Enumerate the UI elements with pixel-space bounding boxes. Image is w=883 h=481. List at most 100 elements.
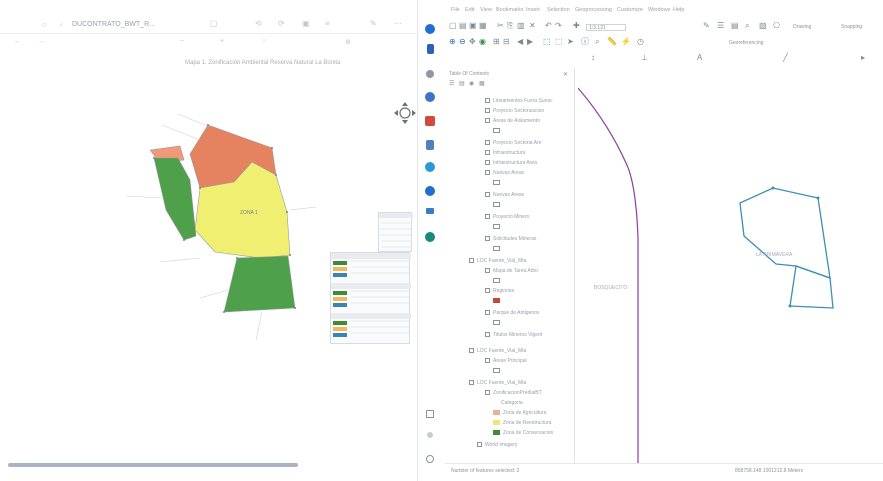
toc-layer-14[interactable]: Titulos Mineros Vigent xyxy=(445,331,575,340)
toc-layer-5[interactable]: Infraestructura Area xyxy=(445,159,575,168)
toc-close-icon[interactable]: ✕ xyxy=(563,71,568,78)
menu-file[interactable]: File xyxy=(451,7,460,13)
teams-icon[interactable] xyxy=(425,232,435,242)
toc-layer-7[interactable]: Nuevas Areas xyxy=(445,191,575,200)
menu-geoprocessing[interactable]: Geoprocessing xyxy=(575,7,612,13)
forward-extent-icon[interactable]: ▶ xyxy=(527,38,533,46)
globe-icon[interactable] xyxy=(425,92,435,102)
editor-icon[interactable]: ✎ xyxy=(703,22,710,30)
toc-layer-basemap[interactable]: World Imagery xyxy=(445,441,575,450)
mail-icon[interactable] xyxy=(425,116,435,126)
search-icon[interactable] xyxy=(426,70,434,78)
toc-layer-13[interactable]: Parque de Antigenos xyxy=(445,309,575,318)
arrow-icon[interactable]: ↕ xyxy=(591,54,595,62)
snapping-label[interactable]: Snapping xyxy=(841,25,862,30)
drawing-label[interactable]: Drawing xyxy=(793,25,811,30)
layer-checkbox[interactable] xyxy=(485,150,490,155)
edge-icon[interactable] xyxy=(425,186,435,196)
menu-windows[interactable]: Windows xyxy=(648,7,670,13)
toc-layer-4[interactable]: Infraestructura xyxy=(445,149,575,158)
back-extent-icon[interactable]: ◀ xyxy=(517,38,523,46)
identify-icon[interactable]: ⓘ xyxy=(581,38,589,46)
layer-checkbox[interactable] xyxy=(485,98,490,103)
search-window-icon[interactable]: ⌕ xyxy=(745,22,749,30)
undo-icon[interactable]: ↶ xyxy=(545,22,552,30)
find-icon[interactable]: ⌕ xyxy=(595,38,599,46)
toc-layer-9[interactable]: Solicitudes Mineras xyxy=(445,235,575,244)
toc-layer-6[interactable]: Nuevas Areas xyxy=(445,169,575,178)
extra-icon[interactable]: ▸ xyxy=(861,54,865,62)
document-icon[interactable] xyxy=(426,140,434,150)
fixed-zoom-icon[interactable]: ⊞ xyxy=(493,38,500,46)
split-icon[interactable] xyxy=(427,432,433,438)
menu-edit[interactable]: Edit xyxy=(465,7,474,13)
menu-selection[interactable]: Selection xyxy=(547,7,570,13)
cut-icon[interactable]: ✂ xyxy=(497,22,504,30)
hyperlink-icon[interactable]: ⚡ xyxy=(621,38,631,46)
layer-checkbox[interactable] xyxy=(485,236,490,241)
list-by-visibility-icon[interactable]: ◉ xyxy=(469,80,474,87)
map-canvas[interactable]: BOSQUECITO LA PRIMAVERA xyxy=(577,68,883,463)
open-icon[interactable]: ▤ xyxy=(459,22,467,30)
select-elements-icon[interactable]: ➤ xyxy=(567,38,574,46)
toc-group-2[interactable]: LOC Fuente_Vial_Mta xyxy=(445,379,575,388)
toc-layer-16[interactable]: Areas Principal xyxy=(445,357,575,366)
bookmark-icon[interactable] xyxy=(427,44,434,54)
toc-layer-11[interactable]: Mapa de Tarea Arbo xyxy=(445,267,575,276)
layer-checkbox[interactable] xyxy=(485,170,490,175)
toc-layer-2[interactable]: Areas de Aislamiento xyxy=(445,117,575,126)
add-data-icon[interactable]: ✚ xyxy=(573,22,580,30)
redo-icon[interactable]: ↷ xyxy=(555,22,562,30)
send-icon[interactable] xyxy=(426,208,434,214)
layout-icon[interactable] xyxy=(426,410,434,418)
print-icon[interactable]: ▦ xyxy=(479,22,487,30)
toc-layer-0[interactable]: Lineamientos Fuera Sunsc xyxy=(445,97,575,106)
toc-layer-18[interactable]: ZonificacionPredialBT xyxy=(445,389,575,398)
layer-checkbox[interactable] xyxy=(485,214,490,219)
layer-checkbox[interactable] xyxy=(485,358,490,363)
layer-checkbox[interactable] xyxy=(485,390,490,395)
toc-group-1[interactable]: LOC Fuente_Vial_Mta xyxy=(445,347,575,356)
scale-input[interactable]: 1:3,131 xyxy=(586,24,626,31)
layer-checkbox[interactable] xyxy=(485,192,490,197)
delete-icon[interactable]: ✕ xyxy=(529,22,536,30)
menu-view[interactable]: View xyxy=(480,7,492,13)
catalog-icon[interactable]: ▤ xyxy=(731,22,739,30)
layer-checkbox[interactable] xyxy=(485,288,490,293)
time-slider-icon[interactable]: ◷ xyxy=(637,38,644,46)
group-checkbox[interactable] xyxy=(469,348,474,353)
zoom-in-icon[interactable]: ⊕ xyxy=(449,38,456,46)
zoom-out-icon[interactable]: ⊖ xyxy=(459,38,466,46)
select-features-icon[interactable]: ⬚ xyxy=(543,38,551,46)
list-by-selection-icon[interactable]: ▦ xyxy=(479,80,485,87)
new-icon[interactable]: ▢ xyxy=(449,22,457,30)
layer-checkbox[interactable] xyxy=(485,332,490,337)
toc-group-0[interactable]: LOC Fuente_Vial_Mta xyxy=(445,257,575,266)
layer-checkbox[interactable] xyxy=(485,108,490,113)
menu-insert[interactable]: Insert xyxy=(526,7,540,13)
clear-selection-icon[interactable]: ⬚ xyxy=(555,38,563,46)
fixed-zoom-out-icon[interactable]: ⊟ xyxy=(503,38,510,46)
layer-checkbox[interactable] xyxy=(485,160,490,165)
copy-icon[interactable]: ⎘ xyxy=(507,22,513,30)
line-icon[interactable]: ╱ xyxy=(783,54,788,62)
app-circle-icon[interactable] xyxy=(425,24,435,34)
paste-icon[interactable]: ▥ xyxy=(517,22,525,30)
layer-checkbox[interactable] xyxy=(485,140,490,145)
toc-layer-12[interactable]: Regiones xyxy=(445,287,575,296)
pan-icon[interactable]: ✥ xyxy=(469,38,476,46)
horizontal-scrollbar[interactable] xyxy=(8,463,298,467)
layer-checkbox[interactable] xyxy=(477,442,482,447)
layer-checkbox[interactable] xyxy=(485,118,490,123)
menu-bookmarks[interactable]: Bookmarks xyxy=(496,7,524,13)
save-icon[interactable]: ▣ xyxy=(469,22,477,30)
list-by-drawing-order-icon[interactable]: ☰ xyxy=(449,80,454,87)
toc-layer-3[interactable]: Proyecto Sectoria Are xyxy=(445,139,575,148)
text-icon[interactable]: A xyxy=(697,54,702,62)
toc-layer-1[interactable]: Proyecto Sectorizacion xyxy=(445,107,575,116)
menu-customize[interactable]: Customize xyxy=(617,7,643,13)
list-by-source-icon[interactable]: ▤ xyxy=(459,80,465,87)
georeferencing-label[interactable]: Georeferencing xyxy=(729,41,763,46)
full-extent-icon[interactable]: ◉ xyxy=(479,38,486,46)
group-checkbox[interactable] xyxy=(469,258,474,263)
